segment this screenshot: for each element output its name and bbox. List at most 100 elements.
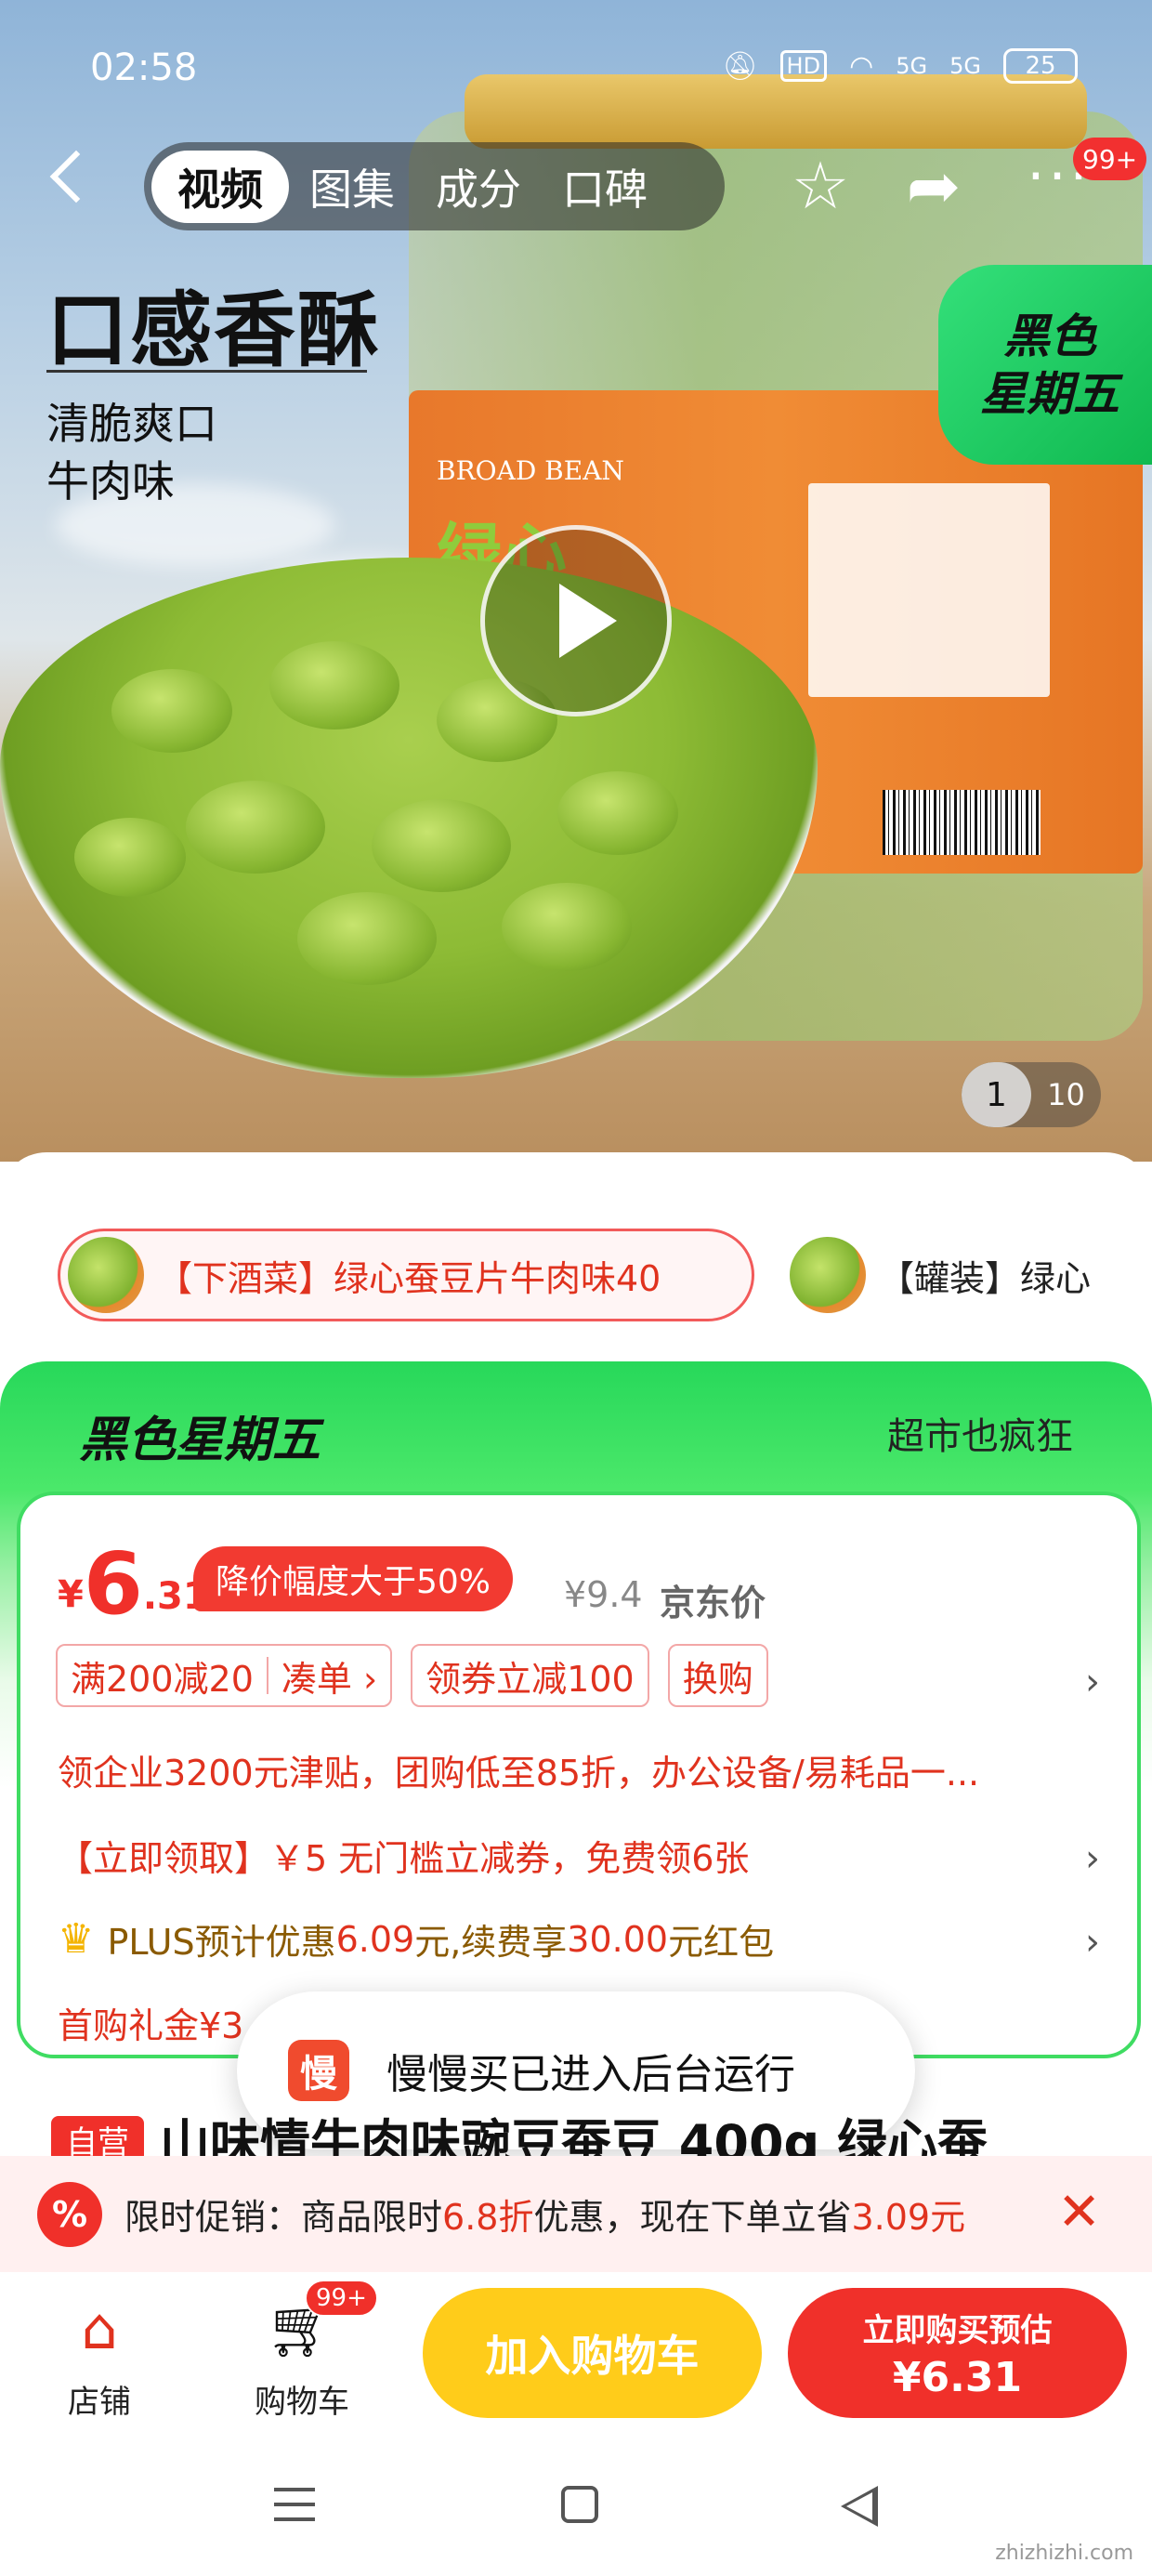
status-bar: 02:58 🔕︎ HD ◠ 5G 5G 25 <box>0 37 1152 102</box>
star-icon[interactable]: ☆ <box>783 149 857 223</box>
nutrition-table <box>808 483 1050 697</box>
hero-subtitle: 清脆爽口 牛肉味 <box>46 395 217 510</box>
media-tabs: 视频 图集 成分 口碑 <box>144 142 725 230</box>
add-to-cart-button[interactable]: 加入购物车 <box>423 2288 762 2418</box>
tab-video[interactable]: 视频 <box>151 150 289 223</box>
variant-chip[interactable]: 【罐装】绿心 <box>782 1229 1152 1321</box>
share-icon[interactable]: ➦ <box>897 149 971 223</box>
enterprise-subsidy-text[interactable]: 领企业3200元津贴，团购低至85折，办公设备/易耗品一... <box>58 1744 979 1795</box>
discount-percent-icon: % <box>37 2181 102 2247</box>
crown-icon: ♛ <box>58 1915 95 1963</box>
bean <box>297 892 437 985</box>
page-total: 10 <box>1047 1077 1085 1112</box>
current-price: ¥ 6 .31 <box>58 1542 209 1627</box>
chevron-right-icon[interactable]: › <box>1085 1661 1100 1703</box>
battery-icon: 25 <box>1003 48 1078 84</box>
variant-label: 【下酒菜】绿心蚕豆片牛肉味40 <box>157 1257 661 1299</box>
close-icon[interactable]: ✕ <box>1057 2182 1101 2243</box>
coupon-claim[interactable]: 领券立减100 <box>411 1644 649 1707</box>
variant-thumbnail <box>68 1237 144 1313</box>
tab-gallery[interactable]: 图集 <box>289 151 415 223</box>
first-purchase-gift: 首购礼金¥3 <box>58 2005 244 2046</box>
original-price-label: 京东价 <box>660 1583 766 1623</box>
mute-icon: 🔕︎ <box>722 49 758 83</box>
chevron-right-icon[interactable]: › <box>1085 1837 1100 1880</box>
shop-button[interactable]: ⌂ 店铺 <box>30 2272 169 2439</box>
tab-ingredients[interactable]: 成分 <box>415 151 542 223</box>
bean <box>74 818 186 897</box>
coupon-divider <box>266 1657 268 1694</box>
wifi-icon: ◠ <box>849 49 874 83</box>
promo-slogan: 超市也疯狂 <box>887 1415 1073 1458</box>
plus-discount-row[interactable]: ♛ PLUS预计优惠 6.09 元,续费享 30.00 元红包 <box>58 1913 774 1965</box>
coupon-threshold[interactable]: 满200减20 凑单 › <box>56 1644 393 1707</box>
coupon-exchange[interactable]: 换购 <box>667 1644 768 1707</box>
variant-label: 【罐装】绿心 <box>879 1257 1092 1299</box>
variant-chip-selected[interactable]: 【下酒菜】绿心蚕豆片牛肉味40 <box>58 1229 754 1321</box>
hero-divider <box>46 370 367 373</box>
status-icons: 🔕︎ HD ◠ 5G 5G 25 <box>722 48 1078 84</box>
system-navigation-bar: zhizhizhi.com <box>0 2439 1152 2576</box>
store-icon: ⌂ <box>81 2293 118 2362</box>
limit-text-part: 限时促销：商品限时 <box>124 2197 443 2238</box>
limit-discount: 6.8折 <box>442 2197 534 2238</box>
price-symbol: ¥ <box>58 1573 84 1616</box>
tab-reviews[interactable]: 口碑 <box>542 151 668 223</box>
limit-savings: 3.09元 <box>851 2197 966 2238</box>
buy-now-button[interactable]: 立即购买预估 ¥6.31 <box>788 2288 1127 2418</box>
plus-text: 元,续费享 <box>414 1922 568 1963</box>
message-badge: 99+ <box>1073 138 1147 180</box>
bean <box>186 781 325 874</box>
badge-line2: 星期五 <box>980 366 1119 421</box>
black-friday-badge: 黑色 星期五 <box>938 265 1152 465</box>
video-play-button[interactable] <box>480 525 672 716</box>
price-integer: 6 <box>83 1534 143 1634</box>
bottom-action-bar: ⌂ 店铺 🛒︎ 99+ 购物车 加入购物车 立即购买预估 ¥6.31 <box>0 2272 1152 2439</box>
limit-text-part: 优惠，现在下单立省 <box>533 2197 852 2238</box>
home-icon[interactable] <box>561 2486 598 2523</box>
bean <box>502 883 632 971</box>
limited-promo-text: 限时促销：商品限时6.8折优惠，现在下单立省3.09元 <box>124 2188 965 2240</box>
page-current: 1 <box>962 1062 1031 1127</box>
buy-now-price: ¥6.31 <box>892 2354 1023 2401</box>
shop-label: 店铺 <box>68 2384 131 2421</box>
add-on-link[interactable]: 凑单 › <box>281 1650 377 1702</box>
bean <box>372 799 511 892</box>
bean <box>111 669 232 753</box>
original-price: ¥9.4 <box>564 1574 643 1615</box>
bean <box>269 641 399 729</box>
price-drop-badge: 降价幅度大于50% <box>193 1546 514 1611</box>
hero-subtitle-line1: 清脆爽口 <box>46 399 217 449</box>
variant-thumbnail <box>790 1237 866 1313</box>
plus-value: 6.09 <box>335 1918 415 1960</box>
badge-line1: 黑色 <box>1003 309 1096 363</box>
hd-icon: HD <box>779 50 828 82</box>
hero-subtitle-line2: 牛肉味 <box>46 456 175 506</box>
price-card: ¥ 6 .31 降价幅度大于50% ¥9.4 京东价 满200减20 凑单 › … <box>17 1492 1141 2058</box>
barcode <box>883 790 1041 855</box>
coupon-row: 满200减20 凑单 › 领券立减100 换购 <box>56 1644 768 1707</box>
black-friday-promo-panel: 黑色星期五 超市也疯狂 ¥ 6 .31 降价幅度大于50% ¥9.4 京东价 满… <box>0 1361 1152 2072</box>
limited-time-promo-bar[interactable]: % 限时促销：商品限时6.8折优惠，现在下单立省3.09元 ✕ <box>0 2156 1152 2272</box>
system-back-icon[interactable] <box>841 2486 878 2527</box>
watermark: zhizhizhi.com <box>995 2542 1133 2565</box>
plus-text: 元红包 <box>668 1922 775 1963</box>
coupon-claim-text[interactable]: 【立即领取】￥5 无门槛立减券，免费领6张 <box>58 1830 749 1881</box>
signal-icon: 5G <box>896 53 928 79</box>
cart-button[interactable]: 🛒︎ 99+ 购物车 <box>232 2272 378 2439</box>
cart-count-badge: 99+ <box>305 2280 378 2317</box>
signal-icon: 5G <box>949 53 981 79</box>
bean <box>557 771 678 855</box>
plus-text: PLUS预计优惠 <box>107 1922 336 1963</box>
jar-label-english: BROAD BEAN <box>437 455 624 486</box>
buy-now-label: 立即购买预估 <box>862 2312 1053 2349</box>
coupon-threshold-label: 满200减20 <box>71 1658 254 1700</box>
status-time: 02:58 <box>90 46 198 89</box>
chevron-right-icon[interactable]: › <box>1085 1921 1100 1964</box>
manmanmai-logo-icon: 慢 <box>288 2040 349 2101</box>
hero-headline: 口感香酥 <box>46 283 382 378</box>
recent-apps-icon[interactable] <box>274 2488 315 2521</box>
promo-title: 黑色星期五 <box>79 1413 321 1468</box>
toast-text: 慢慢买已进入后台运行 <box>386 2051 795 2098</box>
image-page-indicator: 1 10 <box>962 1062 1101 1127</box>
